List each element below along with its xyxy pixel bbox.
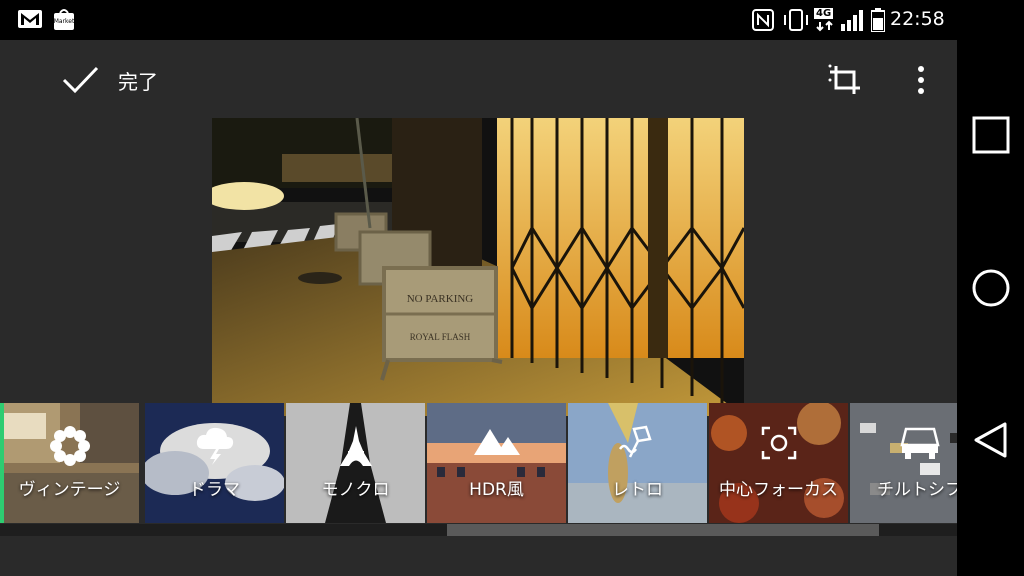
retro-kite-icon bbox=[618, 425, 652, 458]
nfc-icon bbox=[752, 9, 774, 31]
battery-icon bbox=[871, 8, 885, 32]
checkmark-icon bbox=[62, 66, 99, 94]
mountain-icon bbox=[473, 429, 520, 455]
filter-thumbnail bbox=[709, 403, 848, 523]
filter-label: レトロ bbox=[612, 480, 663, 500]
crop-icon[interactable] bbox=[826, 62, 866, 98]
filter-item[interactable]: ヴィンテージ bbox=[0, 403, 139, 523]
flower-icon bbox=[49, 426, 90, 466]
photo-preview: NO PARKING ROYAL FLASH bbox=[212, 118, 744, 416]
filter-thumbnail bbox=[427, 403, 566, 523]
status-bar: Market 4G 22:58 bbox=[0, 0, 1024, 40]
sign-line1: NO PARKING bbox=[407, 293, 474, 305]
filter-label: モノクロ bbox=[321, 480, 390, 500]
gmail-icon bbox=[18, 10, 42, 28]
filter-item[interactable]: チルトシフ bbox=[850, 403, 957, 523]
clock: 22:58 bbox=[890, 8, 945, 30]
filter-label: ヴィンテージ bbox=[18, 480, 121, 500]
selected-filter-indicator bbox=[0, 403, 4, 523]
filter-strip[interactable]: ヴィンテージ ドラマ モノクロ HDR風 レトロ 中心フォーカス チルトシフ bbox=[0, 403, 957, 523]
done-label: 完了 bbox=[118, 69, 158, 94]
filter-item[interactable]: モノクロ bbox=[286, 403, 425, 523]
recents-icon[interactable] bbox=[971, 115, 1011, 155]
filter-item[interactable]: HDR風 bbox=[427, 403, 566, 523]
home-icon[interactable] bbox=[971, 268, 1011, 308]
vibrate-icon bbox=[784, 9, 808, 31]
navigation-bar bbox=[957, 40, 1024, 576]
focus-icon bbox=[761, 426, 796, 460]
done-button[interactable]: 完了 bbox=[60, 60, 158, 100]
filter-label: ドラマ bbox=[189, 480, 240, 500]
car-icon bbox=[899, 427, 940, 459]
filter-scrollbar-thumb[interactable] bbox=[447, 524, 879, 536]
filter-label: 中心フォーカス bbox=[719, 480, 838, 500]
sign-line2: ROYAL FLASH bbox=[410, 332, 471, 342]
back-icon[interactable] bbox=[971, 420, 1011, 460]
market-label: Market bbox=[53, 18, 75, 25]
filter-label: HDR風 bbox=[469, 480, 524, 500]
filter-thumbnail bbox=[850, 403, 957, 523]
more-vert-icon[interactable] bbox=[910, 62, 932, 98]
filter-item[interactable]: ドラマ bbox=[145, 403, 284, 523]
filter-item[interactable]: レトロ bbox=[568, 403, 707, 523]
filter-label: チルトシフ bbox=[877, 480, 957, 500]
network-4g-icon: 4G bbox=[814, 8, 836, 32]
filter-item[interactable]: 中心フォーカス bbox=[709, 403, 848, 523]
storm-cloud-icon bbox=[196, 427, 233, 465]
market-icon: Market bbox=[52, 7, 76, 31]
signal-icon bbox=[841, 10, 863, 31]
tower-icon bbox=[339, 426, 372, 466]
